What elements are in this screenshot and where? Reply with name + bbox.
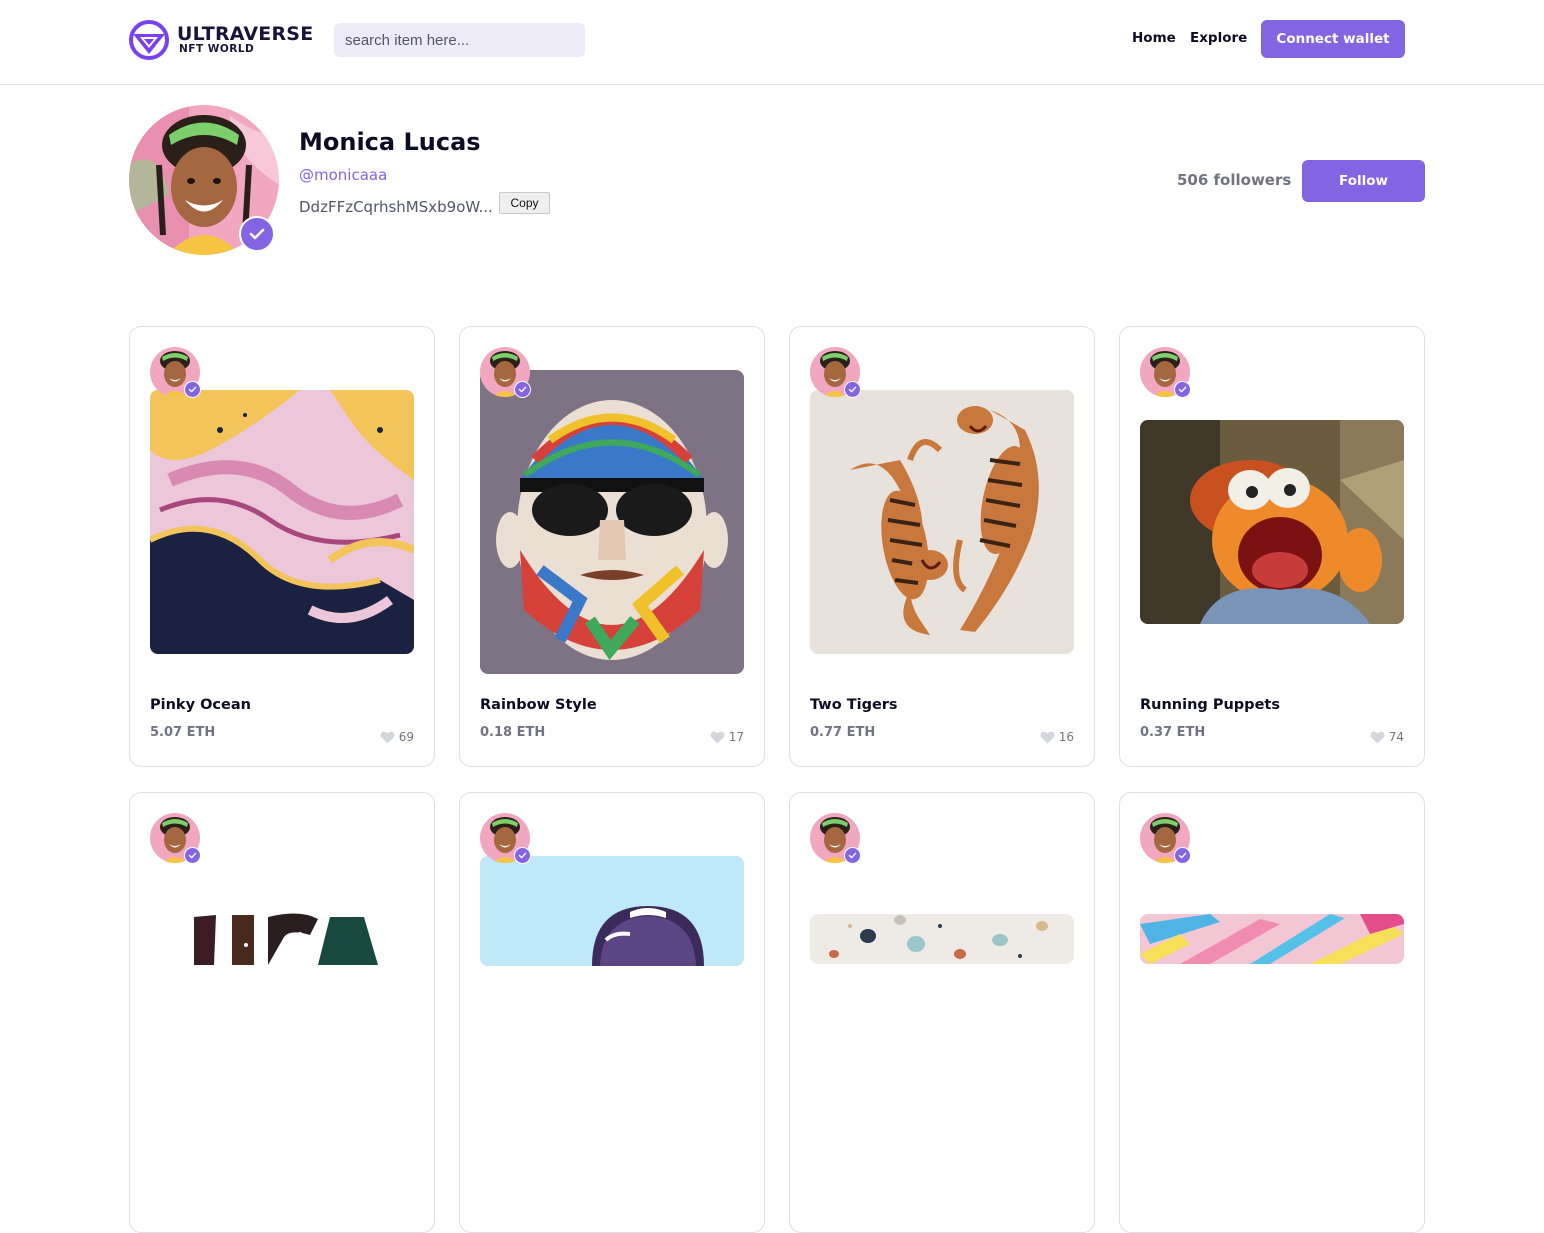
profile-name: Monica Lucas (299, 128, 481, 156)
verified-icon (1174, 847, 1191, 864)
like-button[interactable]: 17 (710, 730, 744, 744)
nft-card[interactable]: Two Tigers 0.77 ETH 16 (789, 326, 1095, 767)
nft-price: 0.37 ETH (1140, 725, 1206, 740)
like-count: 16 (1058, 730, 1074, 744)
search-input[interactable] (334, 23, 585, 57)
nft-card[interactable] (1119, 792, 1425, 1233)
like-button[interactable]: 69 (380, 730, 414, 744)
nft-card[interactable] (129, 792, 435, 1233)
nft-card[interactable] (789, 792, 1095, 1233)
verified-icon (514, 381, 531, 398)
nft-image[interactable] (810, 390, 1074, 654)
logo-icon (129, 20, 169, 60)
connect-wallet-button[interactable]: Connect wallet (1261, 20, 1405, 58)
verified-icon (844, 381, 861, 398)
verified-icon (1174, 381, 1191, 398)
heart-icon (380, 731, 395, 744)
heart-icon (1370, 731, 1385, 744)
nft-card[interactable]: Running Puppets 0.37 ETH 74 (1119, 326, 1425, 767)
verified-icon (184, 381, 201, 398)
nav-home-link[interactable]: Home (1132, 30, 1176, 46)
verified-badge-icon (239, 216, 275, 252)
like-button[interactable]: 16 (1040, 730, 1074, 744)
top-navbar: ULTRAVERSE NFT WORLD Home Explore Connec… (0, 0, 1544, 85)
like-button[interactable]: 74 (1370, 730, 1404, 744)
nft-image[interactable] (1140, 914, 1404, 964)
verified-icon (844, 847, 861, 864)
like-count: 17 (728, 730, 744, 744)
heart-icon (710, 731, 725, 744)
nft-image[interactable] (480, 370, 744, 674)
follow-button[interactable]: Follow (1302, 160, 1425, 202)
nft-price: 0.77 ETH (810, 725, 876, 740)
nav-explore-link[interactable]: Explore (1190, 30, 1247, 46)
nft-image[interactable] (150, 390, 414, 654)
copy-address-button[interactable]: Copy (499, 192, 550, 214)
nft-image[interactable] (810, 914, 1074, 964)
followers-count: 506 followers (1177, 171, 1292, 189)
nft-card[interactable]: Pinky Ocean 5.07 ETH 69 (129, 326, 435, 767)
verified-icon (184, 847, 201, 864)
wallet-address: DdzFFzCqrhshMSxb9oW... (299, 198, 493, 216)
like-count: 74 (1388, 730, 1404, 744)
logo[interactable]: ULTRAVERSE NFT WORLD (129, 20, 313, 60)
nft-card[interactable]: Rainbow Style 0.18 ETH 17 (459, 326, 765, 767)
logo-subtitle: NFT WORLD (179, 43, 255, 56)
nft-price: 0.18 ETH (480, 725, 546, 740)
nft-title[interactable]: Pinky Ocean (150, 697, 251, 713)
nft-image[interactable] (150, 905, 414, 965)
nft-title[interactable]: Rainbow Style (480, 697, 597, 713)
nft-image[interactable] (1140, 420, 1404, 624)
logo-title: ULTRAVERSE (177, 23, 314, 46)
profile-handle: @monicaaa (299, 166, 388, 184)
nft-title[interactable]: Running Puppets (1140, 697, 1280, 713)
like-count: 69 (398, 730, 414, 744)
verified-icon (514, 847, 531, 864)
nft-title[interactable]: Two Tigers (810, 697, 898, 713)
nft-image[interactable] (480, 856, 744, 966)
nft-price: 5.07 ETH (150, 725, 216, 740)
heart-icon (1040, 731, 1055, 744)
nft-card[interactable] (459, 792, 765, 1233)
